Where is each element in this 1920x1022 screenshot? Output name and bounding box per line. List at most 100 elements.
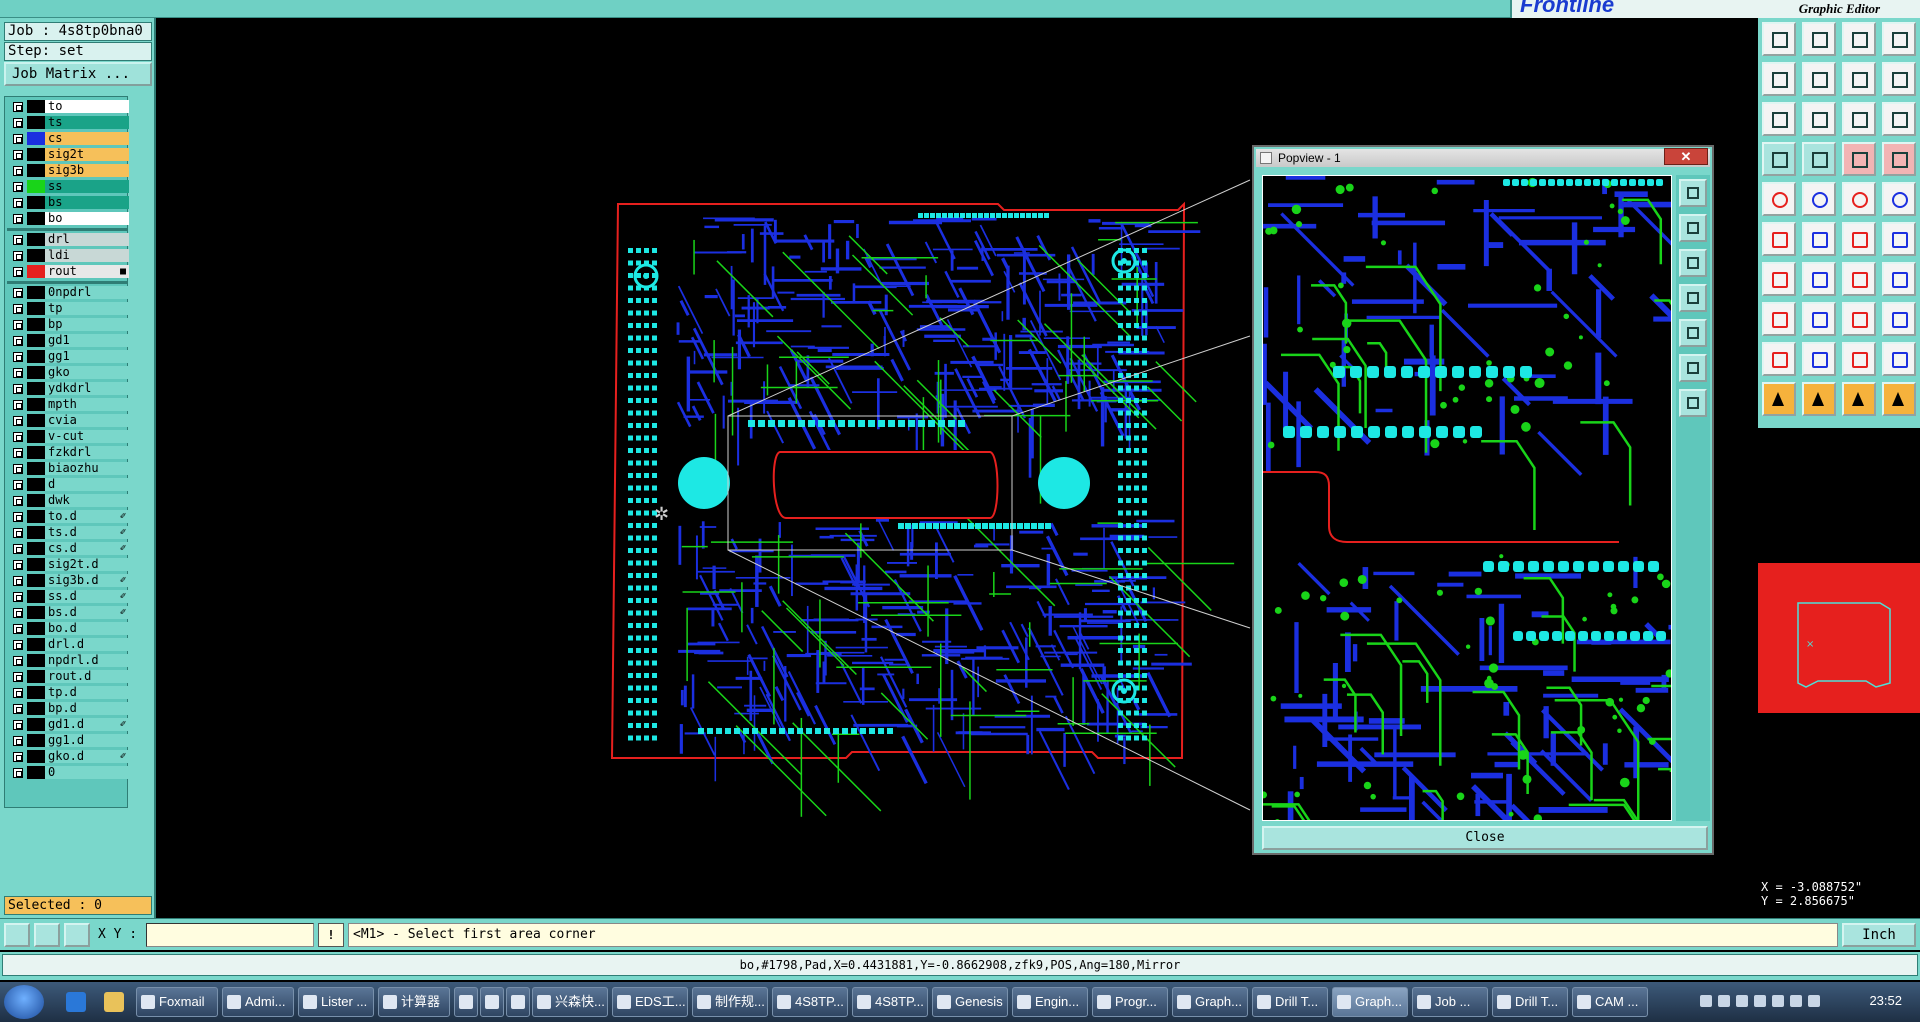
- start-button[interactable]: [4, 985, 44, 1019]
- layer-color-swatch[interactable]: [27, 350, 45, 363]
- fit-tool-button[interactable]: [1762, 102, 1796, 136]
- layer-row-bo[interactable]: bo: [7, 211, 129, 226]
- folder-icon[interactable]: [104, 992, 124, 1012]
- layer-checkbox[interactable]: [13, 336, 23, 346]
- arc-b-tool-button[interactable]: [1882, 222, 1916, 256]
- layer-checkbox[interactable]: [13, 368, 23, 378]
- layer-color-swatch[interactable]: [27, 249, 45, 262]
- taskbar-item[interactable]: Graph...: [1332, 987, 1408, 1017]
- layer-color-swatch[interactable]: [27, 606, 45, 619]
- layer-color-swatch[interactable]: [27, 638, 45, 651]
- layer-checkbox[interactable]: [13, 150, 23, 160]
- layer-checkbox[interactable]: [13, 512, 23, 522]
- layer-row-0npdrl[interactable]: 0npdrl: [7, 285, 129, 300]
- layer-row-cvia[interactable]: cvia: [7, 413, 129, 428]
- layer-row-d[interactable]: d: [7, 477, 129, 492]
- layer-row-cs[interactable]: cs: [7, 131, 129, 146]
- center-button[interactable]: [1679, 389, 1707, 417]
- taskbar-item[interactable]: Lister ...: [298, 987, 374, 1017]
- left-tool-button[interactable]: [1762, 62, 1796, 96]
- close-button[interactable]: Close: [1262, 826, 1708, 850]
- layer-color-swatch[interactable]: [27, 414, 45, 427]
- layer-color-swatch[interactable]: [27, 286, 45, 299]
- align-tool-button[interactable]: [1842, 302, 1876, 336]
- layer-row-ts[interactable]: ts: [7, 115, 129, 130]
- line-cut-tool-button[interactable]: [1802, 182, 1836, 216]
- layer-row-drl[interactable]: drl: [7, 232, 129, 247]
- layer-checkbox[interactable]: [13, 400, 23, 410]
- layer-color-swatch[interactable]: [27, 100, 45, 113]
- layer-row-dwk[interactable]: dwk: [7, 493, 129, 508]
- draw-line-tool-button[interactable]: [1762, 262, 1796, 296]
- layer-checkbox[interactable]: [13, 672, 23, 682]
- layer-checkbox[interactable]: [13, 288, 23, 298]
- layer-row-gko-d[interactable]: gko.d ✐: [7, 749, 129, 764]
- layer-checkbox[interactable]: [13, 544, 23, 554]
- layer-color-swatch[interactable]: [27, 734, 45, 747]
- scale-tool-button[interactable]: [1842, 102, 1876, 136]
- taskbar-item[interactable]: 4S8TP...: [772, 987, 848, 1017]
- taskbar-item[interactable]: 兴森快...: [532, 987, 608, 1017]
- layer-color-swatch[interactable]: [27, 510, 45, 523]
- layer-color-swatch[interactable]: [27, 180, 45, 193]
- layer-row-tp[interactable]: tp: [7, 301, 129, 316]
- layer-checkbox[interactable]: [13, 496, 23, 506]
- layer-color-swatch[interactable]: [27, 398, 45, 411]
- measure-a-tool-button[interactable]: [1842, 142, 1876, 176]
- layer-checkbox[interactable]: [13, 528, 23, 538]
- layer-color-swatch[interactable]: [27, 670, 45, 683]
- layer-color-swatch[interactable]: [27, 462, 45, 475]
- layer-checkbox[interactable]: [13, 576, 23, 586]
- popview-titlebar[interactable]: Popview - 1: [1256, 149, 1710, 167]
- pan-up-button[interactable]: [1679, 214, 1707, 242]
- layer-checkbox[interactable]: [13, 235, 23, 245]
- layer-checkbox[interactable]: [13, 592, 23, 602]
- grid-tool-button[interactable]: [1802, 142, 1836, 176]
- measure-mode-button[interactable]: [34, 923, 60, 947]
- layer-row-gg1-d[interactable]: gg1.d: [7, 733, 129, 748]
- layer-checkbox[interactable]: [13, 320, 23, 330]
- layer-color-swatch[interactable]: [27, 526, 45, 539]
- triangle-c-tool-button[interactable]: [1842, 342, 1876, 376]
- layer-row-cs-d[interactable]: cs.d ✐: [7, 541, 129, 556]
- layer-row-drl-d[interactable]: drl.d: [7, 637, 129, 652]
- layer-row-gd1[interactable]: gd1: [7, 333, 129, 348]
- layer-color-swatch[interactable]: [27, 430, 45, 443]
- pan-left-button[interactable]: [1679, 284, 1707, 312]
- taskbar-item[interactable]: 4S8TP...: [852, 987, 928, 1017]
- triangle-a-tool-button[interactable]: [1762, 342, 1796, 376]
- system-tray[interactable]: [1700, 995, 1850, 1009]
- taskbar-item[interactable]: Foxmail: [136, 987, 218, 1017]
- taskbar-item[interactable]: Job ...: [1412, 987, 1488, 1017]
- layer-color-swatch[interactable]: [27, 132, 45, 145]
- center-tool-button[interactable]: [1802, 102, 1836, 136]
- nodes-tool-button[interactable]: [1762, 222, 1796, 256]
- layer-checkbox[interactable]: [13, 736, 23, 746]
- layer-row-v-cut[interactable]: v-cut: [7, 429, 129, 444]
- layer-color-swatch[interactable]: [27, 574, 45, 587]
- taskbar-item[interactable]: Drill T...: [1252, 987, 1328, 1017]
- layer-row-gd1-d[interactable]: gd1.d ✐: [7, 717, 129, 732]
- layer-checkbox[interactable]: [13, 608, 23, 618]
- triangle-b-tool-button[interactable]: [1802, 342, 1836, 376]
- taskbar-item[interactable]: EDS工...: [612, 987, 688, 1017]
- layer-checkbox[interactable]: [13, 267, 23, 277]
- layer-checkbox[interactable]: [13, 624, 23, 634]
- taskbar-item[interactable]: Engin...: [1012, 987, 1088, 1017]
- layer-color-swatch[interactable]: [27, 718, 45, 731]
- layer-down-tool-button[interactable]: [1802, 22, 1836, 56]
- layer-row-sig3b[interactable]: sig3b: [7, 163, 129, 178]
- select-b-tool-button[interactable]: [1802, 382, 1836, 416]
- layer-color-swatch[interactable]: [27, 196, 45, 209]
- layer-color-swatch[interactable]: [27, 164, 45, 177]
- units-dropdown[interactable]: Inch: [1842, 923, 1916, 947]
- xy-input[interactable]: [146, 923, 314, 947]
- layer-checkbox[interactable]: [13, 480, 23, 490]
- layer-color-swatch[interactable]: [27, 590, 45, 603]
- fit-button[interactable]: [1679, 354, 1707, 382]
- layer-row-bo-d[interactable]: bo.d: [7, 621, 129, 636]
- layer-checkbox[interactable]: [13, 384, 23, 394]
- taskbar-item[interactable]: [480, 987, 504, 1017]
- layer-row-bs[interactable]: bs: [7, 195, 129, 210]
- layer-color-swatch[interactable]: [27, 654, 45, 667]
